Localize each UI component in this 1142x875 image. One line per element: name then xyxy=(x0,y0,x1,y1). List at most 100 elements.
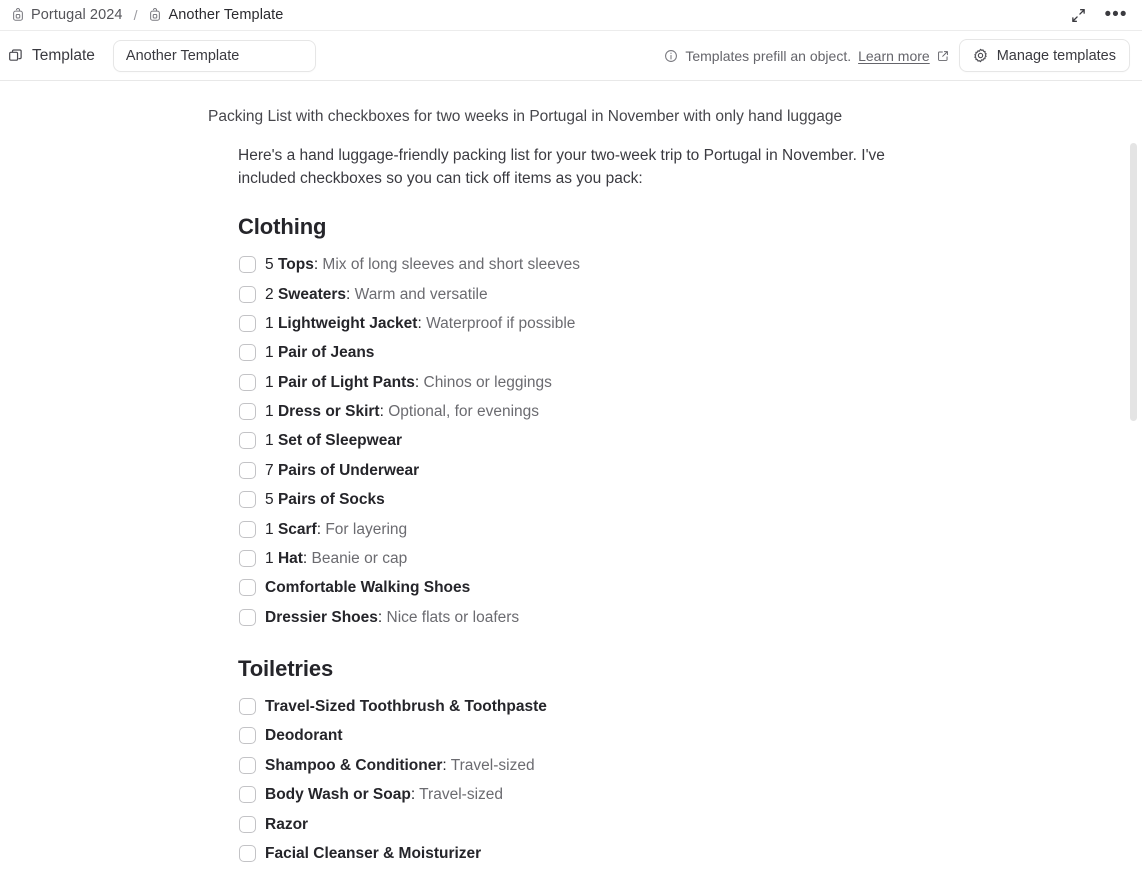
item-name: Sweaters xyxy=(277,285,347,303)
item-quantity: 1 xyxy=(265,432,278,450)
item-quantity: 5 xyxy=(265,256,278,274)
item-quantity: 1 xyxy=(265,403,278,421)
checkbox[interactable] xyxy=(239,549,256,567)
item-quantity: 1 xyxy=(265,549,278,567)
item-description: Travel-sized xyxy=(446,756,535,774)
item-name: Dress or Skirt xyxy=(277,403,380,421)
checklist-item-label: Shampoo & Conditioner: Travel-sized xyxy=(265,756,535,775)
template-hint: Templates prefill an object. Learn more xyxy=(664,48,948,64)
section-heading: Toiletries xyxy=(238,656,334,682)
checklist-item-label: Razor xyxy=(265,815,308,834)
checkbox[interactable] xyxy=(239,461,256,479)
item-quantity: 1 xyxy=(265,520,278,538)
item-description: Optional, for evenings xyxy=(383,403,540,421)
item-quantity: 2 xyxy=(265,285,278,303)
checkbox[interactable] xyxy=(239,756,256,774)
learn-more-link[interactable]: Learn more xyxy=(858,48,930,64)
ellipsis-icon[interactable]: ••• xyxy=(1104,3,1128,27)
external-link-icon[interactable] xyxy=(937,50,949,62)
checkbox[interactable] xyxy=(239,727,256,745)
toolbar-actions: Templates prefill an object. Learn more … xyxy=(664,39,1130,72)
breadcrumb-bar: Portugal 2024 / Another Template ••• xyxy=(0,0,1142,30)
checklist-item-label: Deodorant xyxy=(265,726,343,745)
template-label: Template xyxy=(32,46,95,64)
checklist-item[interactable]: 7 Pairs of Underwear xyxy=(239,456,1142,485)
item-name: Pair of Jeans xyxy=(277,344,375,362)
checkbox[interactable] xyxy=(239,844,256,862)
checklist-item[interactable]: Facial Cleanser & Moisturizer xyxy=(239,839,1142,868)
item-description: Mix of long sleeves and short sleeves xyxy=(318,256,581,274)
checklist-item[interactable]: 5 Tops: Mix of long sleeves and short sl… xyxy=(239,250,1142,279)
checklist-item[interactable]: 5 Pairs of Socks xyxy=(239,485,1142,514)
item-quantity: 1 xyxy=(265,373,278,391)
checklist-item-label: 7 Pairs of Underwear xyxy=(265,461,419,480)
checklist-item[interactable]: 1 Set of Sleepwear xyxy=(239,426,1142,455)
item-quantity: 7 xyxy=(265,461,278,479)
checkbox[interactable] xyxy=(239,608,256,626)
checkbox[interactable] xyxy=(239,344,256,362)
checklist-item[interactable]: Razor xyxy=(239,810,1142,839)
checklist-item[interactable]: 2 Sweaters: Warm and versatile xyxy=(239,280,1142,309)
breadcrumb-separator: / xyxy=(133,7,138,23)
checkbox[interactable] xyxy=(239,256,256,274)
breadcrumb-item-portugal-2024[interactable]: Portugal 2024 xyxy=(9,5,125,25)
checklist-item[interactable]: 1 Scarf: For layering xyxy=(239,515,1142,544)
checklist-item[interactable]: 1 Lightweight Jacket: Waterproof if poss… xyxy=(239,309,1142,338)
checklist-item[interactable]: Shampoo & Conditioner: Travel-sized xyxy=(239,751,1142,780)
checklist-item[interactable]: 1 Pair of Jeans xyxy=(239,338,1142,367)
item-name: Pairs of Socks xyxy=(277,491,385,509)
checklist-item[interactable]: Dressier Shoes: Nice flats or loafers xyxy=(239,603,1142,632)
checklist-item-label: 1 Lightweight Jacket: Waterproof if poss… xyxy=(265,314,575,333)
checklist-item[interactable]: Body Wash or Soap: Travel-sized xyxy=(239,780,1142,809)
item-name: Deodorant xyxy=(265,727,343,745)
template-toolbar: Template Templates prefill an object. Le… xyxy=(0,30,1142,81)
checklist-item-label: 2 Sweaters: Warm and versatile xyxy=(265,285,488,304)
checkbox[interactable] xyxy=(239,491,256,509)
item-name: Pairs of Underwear xyxy=(277,461,420,479)
backpack-icon xyxy=(148,8,162,22)
document-intro: Here's a hand luggage-friendly packing l… xyxy=(238,146,885,187)
manage-templates-button[interactable]: Manage templates xyxy=(958,39,1130,72)
item-name: Hat xyxy=(277,549,303,567)
item-quantity: 5 xyxy=(265,491,278,509)
checklist-item[interactable]: Travel-Sized Toothbrush & Toothpaste xyxy=(239,692,1142,721)
item-name: Dressier Shoes xyxy=(265,608,378,626)
checklist-item-label: Body Wash or Soap: Travel-sized xyxy=(265,785,503,804)
checkbox[interactable] xyxy=(239,285,256,303)
breadcrumb-item-another-template[interactable]: Another Template xyxy=(146,5,285,25)
checkbox[interactable] xyxy=(239,314,256,332)
checkbox[interactable] xyxy=(239,698,256,716)
item-name: Set of Sleepwear xyxy=(277,432,402,450)
item-name: Comfortable Walking Shoes xyxy=(265,579,471,597)
checkbox[interactable] xyxy=(239,520,256,538)
expand-arrows-icon[interactable] xyxy=(1066,3,1090,27)
item-description: Waterproof if possible xyxy=(421,314,576,332)
scrollbar-thumb[interactable] xyxy=(1130,143,1137,421)
checklist-item-label: 1 Scarf: For layering xyxy=(265,520,407,539)
checklist-item[interactable]: 1 Dress or Skirt: Optional, for evenings xyxy=(239,397,1142,426)
breadcrumb-label: Portugal 2024 xyxy=(31,7,123,23)
item-name: Body Wash or Soap xyxy=(265,786,411,804)
info-circle-icon xyxy=(664,49,678,63)
vertical-scrollbar[interactable] xyxy=(1130,81,1137,875)
checklist-item-label: Dressier Shoes: Nice flats or loafers xyxy=(265,608,519,627)
checklist-item[interactable]: Deodorant xyxy=(239,721,1142,750)
template-name-input[interactable] xyxy=(112,39,316,72)
checkbox[interactable] xyxy=(239,815,256,833)
item-name: Facial Cleanser & Moisturizer xyxy=(265,844,482,862)
checkbox[interactable] xyxy=(239,786,256,804)
checklist-item[interactable]: 1 Pair of Light Pants: Chinos or legging… xyxy=(239,368,1142,397)
checklist-item[interactable]: 1 Hat: Beanie or cap xyxy=(239,544,1142,573)
checkbox[interactable] xyxy=(239,403,256,421)
checkbox[interactable] xyxy=(239,579,256,597)
item-description: Beanie or cap xyxy=(307,549,408,567)
item-name: Scarf xyxy=(277,520,317,538)
checkbox[interactable] xyxy=(239,373,256,391)
gear-icon xyxy=(973,48,988,63)
checklist-item-label: 1 Set of Sleepwear xyxy=(265,431,402,450)
checklist-item[interactable]: Comfortable Walking Shoes xyxy=(239,573,1142,602)
checkbox[interactable] xyxy=(239,432,256,450)
item-description: Warm and versatile xyxy=(350,285,488,303)
item-description: For layering xyxy=(321,520,408,538)
document-scroll-area[interactable]: Packing List with checkboxes for two wee… xyxy=(0,81,1142,875)
